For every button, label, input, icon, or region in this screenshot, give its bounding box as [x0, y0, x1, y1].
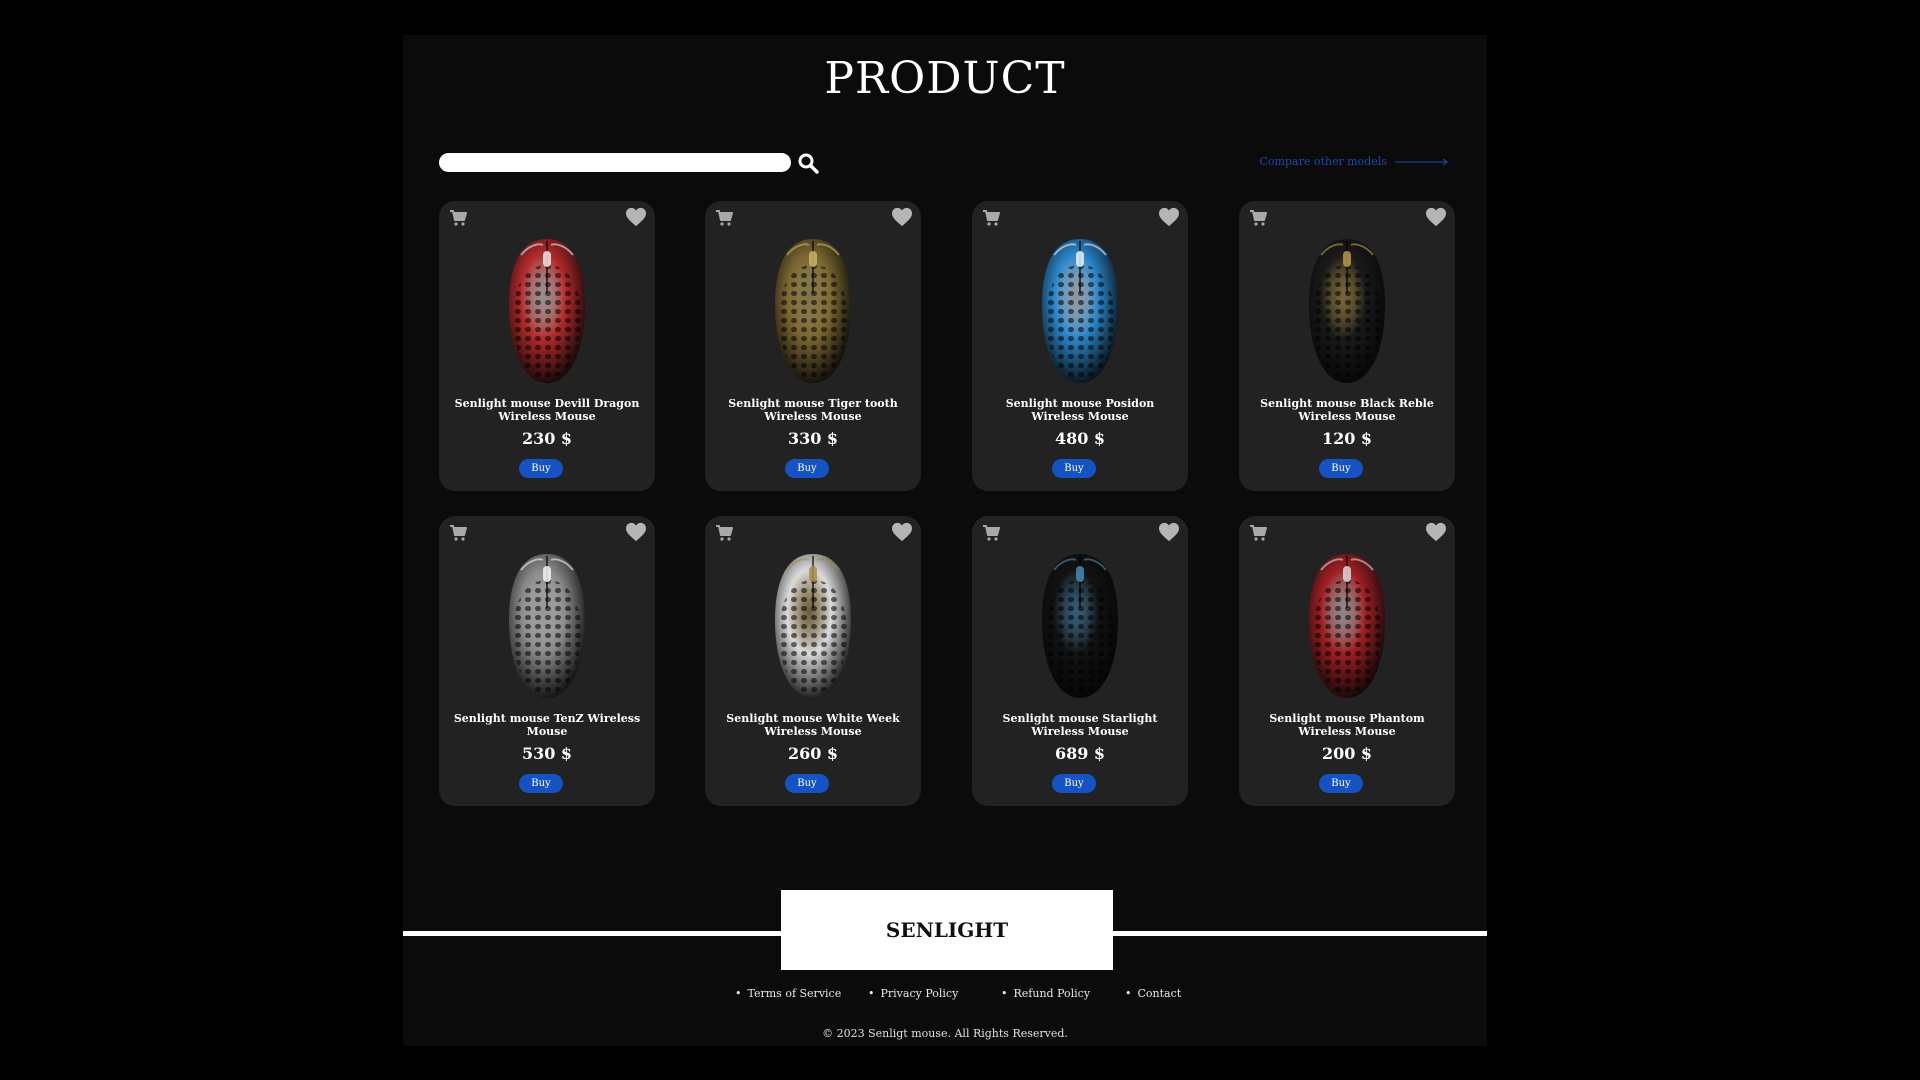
product-image [775, 239, 851, 383]
product-card[interactable]: Senlight mouse Tiger tooth Wireless Mous… [705, 201, 921, 491]
product-price: 689 $ [1054, 744, 1106, 763]
cart-icon[interactable] [449, 524, 467, 542]
product-card[interactable]: Senlight mouse Phantom Wireless Mouse 20… [1239, 516, 1455, 806]
heart-icon[interactable] [625, 207, 647, 227]
search-input[interactable] [439, 153, 791, 172]
product-name: Senlight mouse White Week Wireless Mouse [726, 712, 900, 738]
product-image [1309, 554, 1385, 698]
heart-icon[interactable] [1425, 207, 1447, 227]
cart-icon[interactable] [982, 209, 1000, 227]
refund-link[interactable]: Refund Policy [1001, 987, 1091, 1000]
product-card[interactable]: Senlight mouse Black Reble Wireless Mous… [1239, 201, 1455, 491]
product-image [1042, 554, 1118, 698]
product-price: 260 $ [787, 744, 839, 763]
buy-button[interactable]: Buy [519, 774, 563, 793]
cart-icon[interactable] [449, 209, 467, 227]
heart-icon[interactable] [1425, 522, 1447, 542]
cart-icon[interactable] [982, 524, 1000, 542]
product-image [509, 239, 585, 383]
buy-button[interactable]: Buy [519, 459, 563, 478]
product-price: 480 $ [1054, 429, 1106, 448]
product-image [509, 554, 585, 698]
product-name: Senlight mouse TenZ Wireless Mouse [453, 712, 641, 738]
heart-icon[interactable] [891, 522, 913, 542]
contact-link[interactable]: Contact [1125, 987, 1182, 1000]
search-icon[interactable] [796, 151, 820, 175]
product-price: 530 $ [521, 744, 573, 763]
footer-brand: SENLIGHT [781, 890, 1113, 970]
copyright: © 2023 Senligt mouse. All Rights Reserve… [822, 1027, 1068, 1040]
buy-button[interactable]: Buy [1052, 459, 1096, 478]
product-name: Senlight mouse Starlight Wireless Mouse [1002, 712, 1158, 738]
product-image [1042, 239, 1118, 383]
product-image [1309, 239, 1385, 383]
product-price: 120 $ [1321, 429, 1373, 448]
product-price: 330 $ [787, 429, 839, 448]
product-page: PRODUCT Compare other models Senlight mo… [403, 35, 1487, 1046]
buy-button[interactable]: Buy [1319, 459, 1363, 478]
heart-icon[interactable] [891, 207, 913, 227]
heart-icon[interactable] [1158, 522, 1180, 542]
terms-link[interactable]: Terms of Service [735, 987, 842, 1000]
buy-button[interactable]: Buy [785, 459, 829, 478]
compare-models-label: Compare other models [1259, 155, 1388, 168]
page-title: PRODUCT [824, 53, 1066, 104]
product-card[interactable]: Senlight mouse Devill Dragon Wireless Mo… [439, 201, 655, 491]
privacy-link[interactable]: Privacy Policy [868, 987, 959, 1000]
arrow-right-icon [1395, 158, 1448, 165]
product-card[interactable]: Senlight mouse Posidon Wireless Mouse 48… [972, 201, 1188, 491]
cart-icon[interactable] [1249, 524, 1267, 542]
footer-links: Terms of Service Privacy Policy Refund P… [403, 987, 1487, 1003]
cart-icon[interactable] [1249, 209, 1267, 227]
product-card[interactable]: Senlight mouse Starlight Wireless Mouse … [972, 516, 1188, 806]
cart-icon[interactable] [715, 524, 733, 542]
buy-button[interactable]: Buy [1052, 774, 1096, 793]
buy-button[interactable]: Buy [785, 774, 829, 793]
product-name: Senlight mouse Black Reble Wireless Mous… [1260, 397, 1434, 423]
compare-models-link[interactable]: Compare other models [1260, 155, 1450, 168]
buy-button[interactable]: Buy [1319, 774, 1363, 793]
product-name: Senlight mouse Posidon Wireless Mouse [1005, 397, 1155, 423]
heart-icon[interactable] [625, 522, 647, 542]
product-price: 230 $ [521, 429, 573, 448]
product-card[interactable]: Senlight mouse White Week Wireless Mouse… [705, 516, 921, 806]
cart-icon[interactable] [715, 209, 733, 227]
product-price: 200 $ [1321, 744, 1373, 763]
product-name: Senlight mouse Devill Dragon Wireless Mo… [454, 397, 640, 423]
product-image [775, 554, 851, 698]
product-name: Senlight mouse Phantom Wireless Mouse [1269, 712, 1425, 738]
heart-icon[interactable] [1158, 207, 1180, 227]
product-card[interactable]: Senlight mouse TenZ Wireless Mouse 530 $… [439, 516, 655, 806]
product-name: Senlight mouse Tiger tooth Wireless Mous… [728, 397, 898, 423]
